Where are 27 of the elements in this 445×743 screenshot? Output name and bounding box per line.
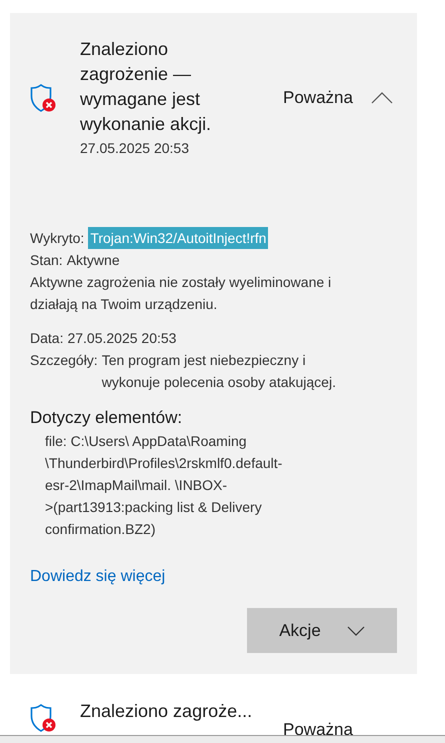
threat-name: Trojan:Win32/AutoitInject!rfn xyxy=(88,227,268,249)
date-label: Data: xyxy=(30,329,64,348)
chevron-up-icon[interactable] xyxy=(371,92,393,104)
file-path-line: file: C:\Users\ AppData\Roaming xyxy=(45,432,248,451)
severity-label: Poważna xyxy=(283,719,353,735)
threat-title: Znaleziono zagroże... xyxy=(80,700,254,723)
details-value: Ten program jest niebezpieczny i wykonuje polecenia osoby atakującej. xyxy=(102,351,337,392)
date-value: 27.05.2025 20:53 xyxy=(67,329,176,348)
severity-label: Poważna xyxy=(283,87,353,110)
shield-alert-icon xyxy=(30,703,56,733)
file-path-line: esr-2\ImapMail\mail. \INBOX- xyxy=(45,476,228,495)
status-label: Stan: xyxy=(30,251,63,270)
actions-button[interactable]: Akcje xyxy=(247,608,397,653)
status-description: Aktywne zagrożenia nie zostały wyeliminowane i działają na Twoim urządzeniu. xyxy=(30,273,332,314)
details-label: Szczegóły: xyxy=(30,351,98,370)
chevron-down-icon xyxy=(346,626,365,636)
learn-more-link[interactable]: Dowiedz się więcej xyxy=(30,566,166,588)
threat-date: 27.05.2025 20:53 xyxy=(80,139,190,158)
file-path-line: confirmation.BZ2) xyxy=(45,520,156,539)
file-path-line: \Thunderbird\Profiles\2rskmlf0.default- xyxy=(45,454,284,473)
file-path-line: >(part13913:packing list & Delivery xyxy=(45,498,263,517)
threat-title: Znaleziono zagrożenie — wymagane jest wykonanie akcji. xyxy=(80,38,212,136)
status-value: Aktywne xyxy=(66,251,120,270)
shield-alert-icon xyxy=(30,83,56,113)
affected-heading: Dotyczy elementów: xyxy=(30,407,184,429)
detected-label: Wykryto: xyxy=(30,229,84,248)
threat-row[interactable]: Znaleziono zagroże... Poważna xyxy=(0,674,445,735)
